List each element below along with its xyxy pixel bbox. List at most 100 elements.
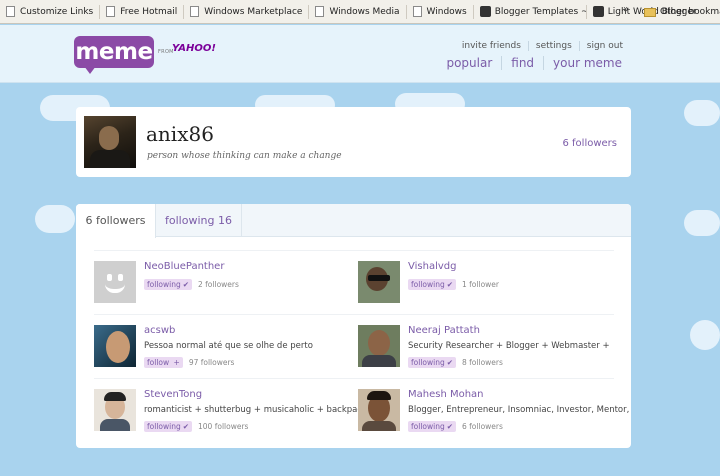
follower-item: Vishalvdg following ✔ 1 follower [358,261,613,321]
sign-out-link[interactable]: sign out [578,41,630,51]
follower-meta: follow + 97 followers [144,357,234,368]
plus-icon: + [173,358,180,367]
badge-label: following [147,280,181,289]
nav-popular[interactable]: popular [437,56,501,70]
user-avatar[interactable] [358,389,400,431]
account-links: invite friends settings sign out [455,41,630,51]
follower-count: 97 followers [188,358,235,367]
tab-following[interactable]: following 16 [156,204,242,237]
profile-avatar[interactable] [84,116,136,168]
badge-label: following [411,422,445,431]
favicon-icon [479,6,491,17]
follower-name[interactable]: acswb [144,325,175,336]
following-badge[interactable]: following ✔ [408,421,457,432]
check-icon: ✔ [182,422,190,431]
follower-name[interactable]: NeoBluePanther [144,261,224,272]
check-icon: ✔ [446,422,454,431]
bookmarks-overflow-chevron[interactable]: » [623,4,629,15]
follower-meta: following ✔ 1 follower [408,279,499,290]
followers-panel: 6 followers following 16 NeoBluePanther … [76,204,631,448]
avatar-glasses [368,275,390,281]
page-icon [106,6,116,17]
bookmark-blogger-templates[interactable]: Blogger Templates ~ ... [474,0,586,24]
avatar-body [362,421,396,431]
follower-count: 6 followers [462,422,503,431]
settings-link[interactable]: settings [527,41,579,51]
cloud-decoration [35,205,75,233]
follower-meta: following ✔ 8 followers [408,357,503,368]
follower-count: 1 follower [462,280,499,289]
page-icon [6,6,15,17]
meme-logo[interactable]: meme [74,36,154,68]
badge-label: following [411,358,445,367]
user-avatar[interactable] [358,325,400,367]
default-avatar-icon[interactable] [94,261,136,303]
follower-meta: following ✔ 2 followers [144,279,239,290]
bookmark-label: Windows Media [329,6,400,17]
following-badge[interactable]: following ✔ [408,279,457,290]
bookmark-windows-media[interactable]: Windows Media [309,0,405,24]
user-avatar[interactable] [358,261,400,303]
avatar-body [90,150,130,168]
badge-label: following [147,422,181,431]
follower-name[interactable]: StevenTong [144,389,202,400]
other-bookmarks[interactable]: Other bookmarks [638,0,720,24]
follower-bio: Blogger, Entrepreneur, Insomniac, Invest… [408,405,630,415]
follower-item: Mahesh Mohan Blogger, Entrepreneur, Inso… [358,389,629,449]
follower-count: 8 followers [462,358,503,367]
follower-count: 2 followers [198,280,239,289]
tab-followers[interactable]: 6 followers [76,204,156,238]
other-bookmarks-label: Other bookmarks [660,7,720,17]
avatar-mouth [105,284,125,293]
bookmark-label: Windows Marketplace [204,6,303,17]
bookmark-windows[interactable]: Windows [407,0,473,24]
follower-name[interactable]: Mahesh Mohan [408,389,484,400]
bookmarks-bar: Customize Links Free Hotmail Windows Mar… [0,0,720,24]
main-nav: popular find your meme [437,56,631,70]
avatar-hair [367,391,391,400]
follower-item: acswb Pessoa normal até que se olhe de p… [94,325,349,385]
cloud-decoration [690,320,720,350]
avatar-body [100,419,130,431]
bookmark-windows-marketplace[interactable]: Windows Marketplace [184,0,308,24]
following-badge[interactable]: following ✔ [408,357,457,368]
check-icon: ✔ [182,280,190,289]
tab-bar: 6 followers following 16 [76,204,631,238]
follower-bio: Security Researcher + Blogger + Webmaste… [408,341,610,351]
nav-your-meme[interactable]: your meme [543,56,631,70]
nav-find[interactable]: find [501,56,543,70]
avatar-hair [104,392,126,401]
folder-icon [644,7,656,17]
follower-name[interactable]: Vishalvdg [408,261,456,272]
badge-label: follow [147,358,170,367]
cloud-decoration [684,100,720,126]
follow-badge[interactable]: follow + [144,357,183,368]
following-badge[interactable]: following ✔ [144,421,193,432]
profile-followers-link[interactable]: 6 followers [562,138,617,149]
badge-label: following [411,280,445,289]
follower-name[interactable]: Neeraj Pattath [408,325,480,336]
follower-item: Neeraj Pattath Security Researcher + Blo… [358,325,613,385]
profile-tagline: person whose thinking can make a change [147,151,342,161]
user-avatar[interactable] [94,389,136,431]
bookmark-customize-links[interactable]: Customize Links [0,0,99,24]
profile-username: anix86 [146,122,214,146]
avatar-face [99,126,119,150]
cloud-decoration [684,210,720,236]
site-header: meme FROM YAHOO! invite friends settings… [0,25,720,83]
bookmark-label: Customize Links [20,6,94,17]
page-icon [412,6,422,17]
bookmark-free-hotmail[interactable]: Free Hotmail [100,0,183,24]
following-badge[interactable]: following ✔ [144,279,193,290]
follower-item: NeoBluePanther following ✔ 2 followers [94,261,349,321]
page-icon [315,6,325,17]
yahoo-logo: YAHOO! [172,43,216,54]
bookmark-label: Blogger Templates ~ ... [494,6,586,17]
page-icon [190,6,200,17]
follower-meta: following ✔ 100 followers [144,421,248,432]
invite-friends-link[interactable]: invite friends [455,41,528,51]
avatar-eye [118,274,123,281]
avatar-eye [107,274,112,281]
follower-meta: following ✔ 6 followers [408,421,503,432]
user-avatar[interactable] [94,325,136,367]
